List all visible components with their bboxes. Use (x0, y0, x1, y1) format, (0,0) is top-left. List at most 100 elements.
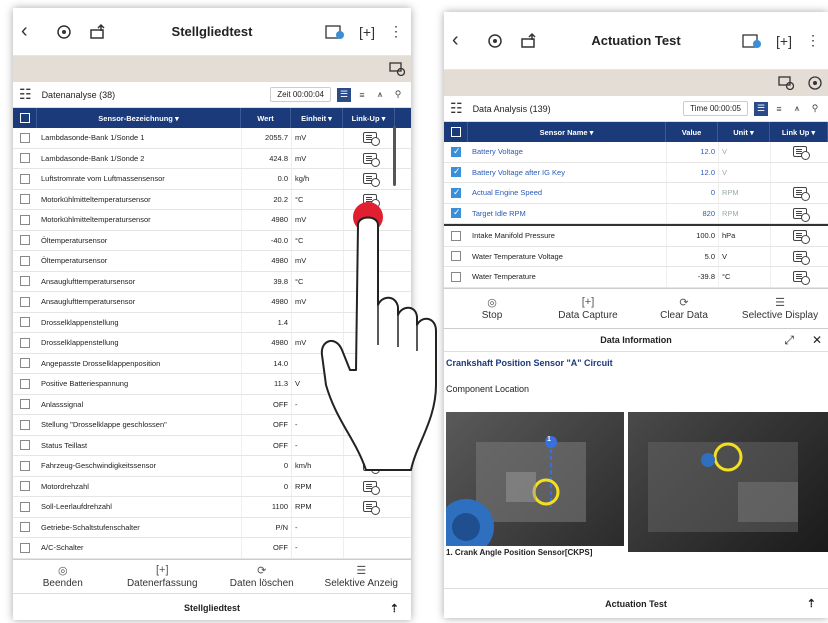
vehicle-icon[interactable] (389, 62, 405, 76)
row-checkbox[interactable] (451, 187, 461, 198)
col-name[interactable]: Sensor-Bezeichnung ▾ (37, 108, 241, 128)
row-checkbox[interactable] (20, 214, 30, 225)
row-checkbox[interactable] (20, 501, 30, 512)
row-checkbox[interactable] (20, 317, 30, 328)
table-row[interactable]: Battery Voltage 12.0V (444, 142, 828, 163)
col-value[interactable]: Wert (241, 108, 291, 128)
table-row[interactable]: Ansauglufttemperatursensor 4980 mV (13, 292, 411, 313)
table-row[interactable]: Motorkühlmitteltemperatursensor 4980 mV (13, 210, 411, 231)
link-up-cell[interactable] (770, 142, 828, 162)
link-up-cell[interactable] (343, 189, 395, 209)
row-checkbox[interactable] (451, 146, 461, 157)
table-row[interactable]: Motorkühlmitteltemperatursensor 20.2 °C (13, 189, 411, 210)
row-checkbox[interactable] (451, 251, 461, 262)
scrollbar[interactable] (393, 126, 396, 186)
row-checkbox-cell[interactable] (13, 190, 37, 210)
close-icon[interactable]: ✕ (812, 333, 822, 348)
row-checkbox-cell[interactable] (444, 183, 468, 203)
table-row[interactable]: Stellung "Drosselklappe geschlossen" OFF - (13, 415, 411, 436)
link-up-cell[interactable] (343, 169, 395, 189)
table-row[interactable]: Intake Manifold Pressure 100.0 hPa (444, 226, 828, 247)
more-icon[interactable]: ⋮ (389, 23, 403, 40)
table-row[interactable]: Water Temperature Voltage 5.0 V (444, 246, 828, 267)
vehicle-icon[interactable] (778, 76, 794, 90)
row-checkbox-cell[interactable] (13, 333, 37, 353)
link-up-cell[interactable] (343, 456, 395, 476)
col-link[interactable]: Link Up ▾ (770, 122, 828, 142)
row-checkbox-cell[interactable] (444, 288, 468, 289)
row-checkbox[interactable] (20, 276, 30, 287)
expand-icon[interactable]: [+] (359, 24, 375, 40)
list-view-icon[interactable]: ☰ (754, 101, 768, 116)
link-up-cell[interactable] (343, 497, 395, 517)
row-checkbox-cell[interactable] (13, 128, 37, 148)
table-row[interactable]: Öltemperatursensor 4980 mV (13, 251, 411, 272)
collapse-icon[interactable]: ⇡ (807, 597, 816, 610)
row-checkbox-cell[interactable] (13, 169, 37, 189)
link-up-icon[interactable] (362, 193, 380, 208)
link-up-icon[interactable] (792, 146, 810, 161)
row-checkbox-cell[interactable] (13, 149, 37, 169)
back-icon[interactable]: ‹ (21, 20, 43, 43)
row-checkbox[interactable] (20, 296, 30, 307)
link-up-icon[interactable] (362, 501, 380, 516)
row-checkbox-cell[interactable] (13, 497, 37, 517)
list-view-icon[interactable]: ☰ (337, 87, 351, 102)
link-up-icon[interactable] (792, 207, 810, 222)
row-checkbox-cell[interactable] (13, 518, 37, 538)
row-checkbox-cell[interactable] (13, 272, 37, 292)
row-checkbox[interactable] (20, 399, 30, 410)
table-row[interactable]: Luftstromrate vom Luftmassensensor 0.0 kg/… (13, 169, 411, 190)
link-up-cell[interactable] (770, 267, 828, 287)
vehicle-upload-icon[interactable] (85, 21, 111, 43)
vehicle-gear-icon[interactable] (51, 21, 77, 43)
fullscreen-icon[interactable]: ⤢ (784, 333, 794, 348)
table-row[interactable]: Battery Voltage after IG Key 12.0V (444, 162, 828, 183)
link-up-icon[interactable] (792, 187, 810, 202)
row-checkbox-cell[interactable] (13, 210, 37, 230)
table-row[interactable]: Lambdasonde-Bank 1/Sonde 2 424.8 mV (13, 148, 411, 169)
row-checkbox-cell[interactable] (13, 292, 37, 312)
vci-icon[interactable] (742, 33, 762, 49)
table-row[interactable]: Status Teillast OFF - (13, 435, 411, 456)
row-checkbox-cell[interactable] (444, 204, 468, 224)
table-row[interactable]: Lambdasonde-Bank 1/Sonde 1 2055.7 mV (13, 128, 411, 149)
more-icon[interactable]: ⋮ (806, 32, 820, 49)
link-up-icon[interactable] (792, 250, 810, 265)
link-up-cell[interactable] (343, 476, 395, 496)
row-checkbox[interactable] (20, 255, 30, 266)
link-up-cell[interactable] (343, 128, 395, 148)
row-checkbox-cell[interactable] (444, 163, 468, 183)
table-row[interactable]: Target Idle RPM 820RPM (444, 203, 828, 224)
row-checkbox[interactable] (20, 419, 30, 430)
link-up-cell[interactable] (770, 226, 828, 246)
select-all-cell[interactable] (13, 108, 37, 128)
row-checkbox[interactable] (20, 460, 30, 471)
back-icon[interactable]: ‹ (452, 29, 474, 52)
row-checkbox[interactable] (20, 132, 30, 143)
row-checkbox[interactable] (451, 207, 461, 219)
row-checkbox-cell[interactable] (13, 251, 37, 271)
row-checkbox[interactable] (20, 440, 30, 451)
table-row[interactable]: Öltemperatursensor -40.0 °C (13, 230, 411, 251)
expand-icon[interactable]: [+] (776, 33, 792, 49)
toolbar-button[interactable]: ◎ Beenden (13, 560, 113, 593)
col-name[interactable]: Sensor Name ▾ (468, 122, 666, 142)
select-all-checkbox[interactable] (19, 113, 30, 123)
row-checkbox-cell[interactable] (444, 267, 468, 287)
link-up-icon[interactable] (362, 460, 380, 475)
col-value[interactable]: Value (666, 122, 718, 142)
row-checkbox-cell[interactable] (13, 231, 37, 251)
table-row[interactable]: Angepasste Drosselklappenposition 14.0 (13, 353, 411, 374)
link-up-cell[interactable] (770, 183, 828, 203)
row-checkbox-cell[interactable] (444, 247, 468, 267)
search-icon[interactable]: ⚲ (808, 102, 822, 116)
toolbar-button[interactable]: ◎ Stop (444, 289, 540, 328)
table-row[interactable]: Getriebe-Schaltstufenschalter P/N - (13, 517, 411, 538)
row-checkbox-cell[interactable] (444, 226, 468, 246)
table-row[interactable]: Ambient Air Temperature-35.2°C (444, 287, 828, 289)
row-checkbox-cell[interactable] (13, 456, 37, 476)
select-all-checkbox[interactable] (450, 127, 461, 137)
link-up-cell[interactable] (343, 148, 395, 168)
link-up-icon[interactable] (792, 271, 810, 286)
